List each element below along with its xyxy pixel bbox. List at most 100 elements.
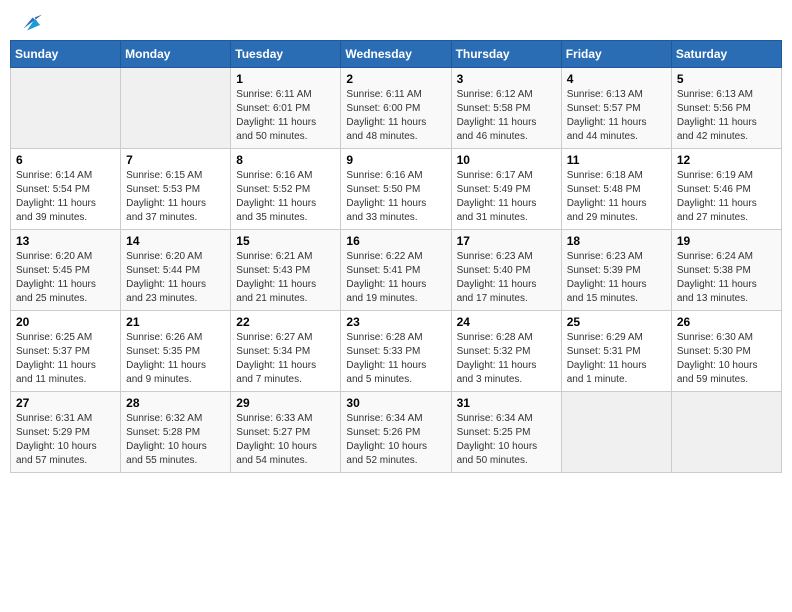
calendar-week-5: 27Sunrise: 6:31 AMSunset: 5:29 PMDayligh…	[11, 392, 782, 473]
day-info: Sunrise: 6:11 AMSunset: 6:01 PMDaylight:…	[236, 88, 335, 144]
calendar-cell: 8Sunrise: 6:16 AMSunset: 5:52 PMDaylight…	[231, 149, 341, 230]
day-info: Sunrise: 6:20 AMSunset: 5:45 PMDaylight:…	[16, 250, 115, 306]
day-info: Sunrise: 6:16 AMSunset: 5:50 PMDaylight:…	[346, 169, 445, 225]
calendar-cell: 27Sunrise: 6:31 AMSunset: 5:29 PMDayligh…	[11, 392, 121, 473]
day-info: Sunrise: 6:28 AMSunset: 5:32 PMDaylight:…	[457, 331, 556, 387]
day-number: 3	[457, 72, 556, 86]
calendar-cell: 29Sunrise: 6:33 AMSunset: 5:27 PMDayligh…	[231, 392, 341, 473]
day-number: 11	[567, 153, 666, 167]
day-info: Sunrise: 6:24 AMSunset: 5:38 PMDaylight:…	[677, 250, 776, 306]
calendar-cell: 5 Sunrise: 6:13 AMSunset: 5:56 PMDaylight…	[671, 68, 781, 149]
day-number: 27	[16, 396, 115, 410]
day-info: Sunrise: 6:17 AMSunset: 5:49 PMDaylight:…	[457, 169, 556, 225]
day-number: 16	[346, 234, 445, 248]
calendar-cell: 2Sunrise: 6:11 AMSunset: 6:00 PMDaylight…	[341, 68, 451, 149]
calendar-cell: 26 Sunrise: 6:30 AMSunset: 5:30 PMDayligh…	[671, 311, 781, 392]
calendar-cell: 17 Sunrise: 6:23 AMSunset: 5:40 PMDayligh…	[451, 230, 561, 311]
day-info: Sunrise: 6:30 AMSunset: 5:30 PMDaylight:…	[677, 331, 776, 387]
calendar-cell: 12Sunrise: 6:19 AMSunset: 5:46 PMDayligh…	[671, 149, 781, 230]
calendar-body: 1 Sunrise: 6:11 AMSunset: 6:01 PMDaylight…	[11, 68, 782, 473]
calendar-cell: 31Sunrise: 6:34 AMSunset: 5:25 PMDayligh…	[451, 392, 561, 473]
day-header-wednesday: Wednesday	[341, 41, 451, 68]
day-info: Sunrise: 6:16 AMSunset: 5:52 PMDaylight:…	[236, 169, 335, 225]
day-number: 23	[346, 315, 445, 329]
calendar-cell	[11, 68, 121, 149]
calendar-cell: 18 Sunrise: 6:23 AMSunset: 5:39 PMDayligh…	[561, 230, 671, 311]
calendar-cell: 19 Sunrise: 6:24 AMSunset: 5:38 PMDayligh…	[671, 230, 781, 311]
day-info: Sunrise: 6:34 AMSunset: 5:25 PMDaylight:…	[457, 412, 556, 468]
day-header-sunday: Sunday	[11, 41, 121, 68]
day-number: 15	[236, 234, 335, 248]
calendar-cell: 15Sunrise: 6:21 AMSunset: 5:43 PMDayligh…	[231, 230, 341, 311]
day-info: Sunrise: 6:23 AMSunset: 5:40 PMDaylight:…	[457, 250, 556, 306]
day-header-friday: Friday	[561, 41, 671, 68]
day-number: 26	[677, 315, 776, 329]
calendar-cell: 4 Sunrise: 6:13 AMSunset: 5:57 PMDaylight…	[561, 68, 671, 149]
calendar-cell: 9 Sunrise: 6:16 AMSunset: 5:50 PMDaylight…	[341, 149, 451, 230]
day-info: Sunrise: 6:15 AMSunset: 5:53 PMDaylight:…	[126, 169, 225, 225]
day-number: 18	[567, 234, 666, 248]
day-number: 7	[126, 153, 225, 167]
day-number: 17	[457, 234, 556, 248]
day-info: Sunrise: 6:14 AMSunset: 5:54 PMDaylight:…	[16, 169, 115, 225]
day-info: Sunrise: 6:25 AMSunset: 5:37 PMDaylight:…	[16, 331, 115, 387]
page-header	[10, 10, 782, 32]
calendar-cell: 14 Sunrise: 6:20 AMSunset: 5:44 PMDayligh…	[121, 230, 231, 311]
day-header-tuesday: Tuesday	[231, 41, 341, 68]
calendar-cell	[121, 68, 231, 149]
calendar-week-1: 1 Sunrise: 6:11 AMSunset: 6:01 PMDaylight…	[11, 68, 782, 149]
logo	[10, 10, 42, 32]
calendar-cell: 10 Sunrise: 6:17 AMSunset: 5:49 PMDayligh…	[451, 149, 561, 230]
day-info: Sunrise: 6:13 AMSunset: 5:57 PMDaylight:…	[567, 88, 666, 144]
day-number: 24	[457, 315, 556, 329]
day-number: 6	[16, 153, 115, 167]
day-number: 5	[677, 72, 776, 86]
day-number: 30	[346, 396, 445, 410]
day-header-saturday: Saturday	[671, 41, 781, 68]
calendar-cell: 16Sunrise: 6:22 AMSunset: 5:41 PMDayligh…	[341, 230, 451, 311]
day-number: 9	[346, 153, 445, 167]
day-info: Sunrise: 6:13 AMSunset: 5:56 PMDaylight:…	[677, 88, 776, 144]
calendar-cell: 28 Sunrise: 6:32 AMSunset: 5:28 PMDayligh…	[121, 392, 231, 473]
calendar-header: SundayMondayTuesdayWednesdayThursdayFrid…	[11, 41, 782, 68]
calendar-cell	[561, 392, 671, 473]
calendar-cell: 6 Sunrise: 6:14 AMSunset: 5:54 PMDaylight…	[11, 149, 121, 230]
day-number: 14	[126, 234, 225, 248]
calendar-week-3: 13 Sunrise: 6:20 AMSunset: 5:45 PMDayligh…	[11, 230, 782, 311]
calendar-cell: 22 Sunrise: 6:27 AMSunset: 5:34 PMDayligh…	[231, 311, 341, 392]
day-info: Sunrise: 6:12 AMSunset: 5:58 PMDaylight:…	[457, 88, 556, 144]
day-number: 25	[567, 315, 666, 329]
days-of-week-row: SundayMondayTuesdayWednesdayThursdayFrid…	[11, 41, 782, 68]
day-number: 13	[16, 234, 115, 248]
calendar-week-2: 6 Sunrise: 6:14 AMSunset: 5:54 PMDaylight…	[11, 149, 782, 230]
calendar-cell: 25 Sunrise: 6:29 AMSunset: 5:31 PMDayligh…	[561, 311, 671, 392]
day-info: Sunrise: 6:23 AMSunset: 5:39 PMDaylight:…	[567, 250, 666, 306]
day-number: 20	[16, 315, 115, 329]
day-number: 10	[457, 153, 556, 167]
day-info: Sunrise: 6:27 AMSunset: 5:34 PMDaylight:…	[236, 331, 335, 387]
day-info: Sunrise: 6:18 AMSunset: 5:48 PMDaylight:…	[567, 169, 666, 225]
day-number: 1	[236, 72, 335, 86]
day-info: Sunrise: 6:34 AMSunset: 5:26 PMDaylight:…	[346, 412, 445, 468]
day-number: 12	[677, 153, 776, 167]
calendar-cell: 21Sunrise: 6:26 AMSunset: 5:35 PMDayligh…	[121, 311, 231, 392]
calendar-cell: 30 Sunrise: 6:34 AMSunset: 5:26 PMDayligh…	[341, 392, 451, 473]
day-info: Sunrise: 6:32 AMSunset: 5:28 PMDaylight:…	[126, 412, 225, 468]
logo-icon	[14, 10, 42, 38]
calendar-cell: 11 Sunrise: 6:18 AMSunset: 5:48 PMDayligh…	[561, 149, 671, 230]
day-info: Sunrise: 6:11 AMSunset: 6:00 PMDaylight:…	[346, 88, 445, 144]
day-info: Sunrise: 6:29 AMSunset: 5:31 PMDaylight:…	[567, 331, 666, 387]
day-number: 28	[126, 396, 225, 410]
day-number: 19	[677, 234, 776, 248]
calendar-cell: 24 Sunrise: 6:28 AMSunset: 5:32 PMDayligh…	[451, 311, 561, 392]
day-number: 21	[126, 315, 225, 329]
day-number: 4	[567, 72, 666, 86]
calendar-cell	[671, 392, 781, 473]
calendar-cell: 20 Sunrise: 6:25 AMSunset: 5:37 PMDayligh…	[11, 311, 121, 392]
calendar-week-4: 20 Sunrise: 6:25 AMSunset: 5:37 PMDayligh…	[11, 311, 782, 392]
day-info: Sunrise: 6:20 AMSunset: 5:44 PMDaylight:…	[126, 250, 225, 306]
day-header-thursday: Thursday	[451, 41, 561, 68]
calendar-cell: 7 Sunrise: 6:15 AMSunset: 5:53 PMDaylight…	[121, 149, 231, 230]
day-info: Sunrise: 6:28 AMSunset: 5:33 PMDaylight:…	[346, 331, 445, 387]
day-number: 22	[236, 315, 335, 329]
